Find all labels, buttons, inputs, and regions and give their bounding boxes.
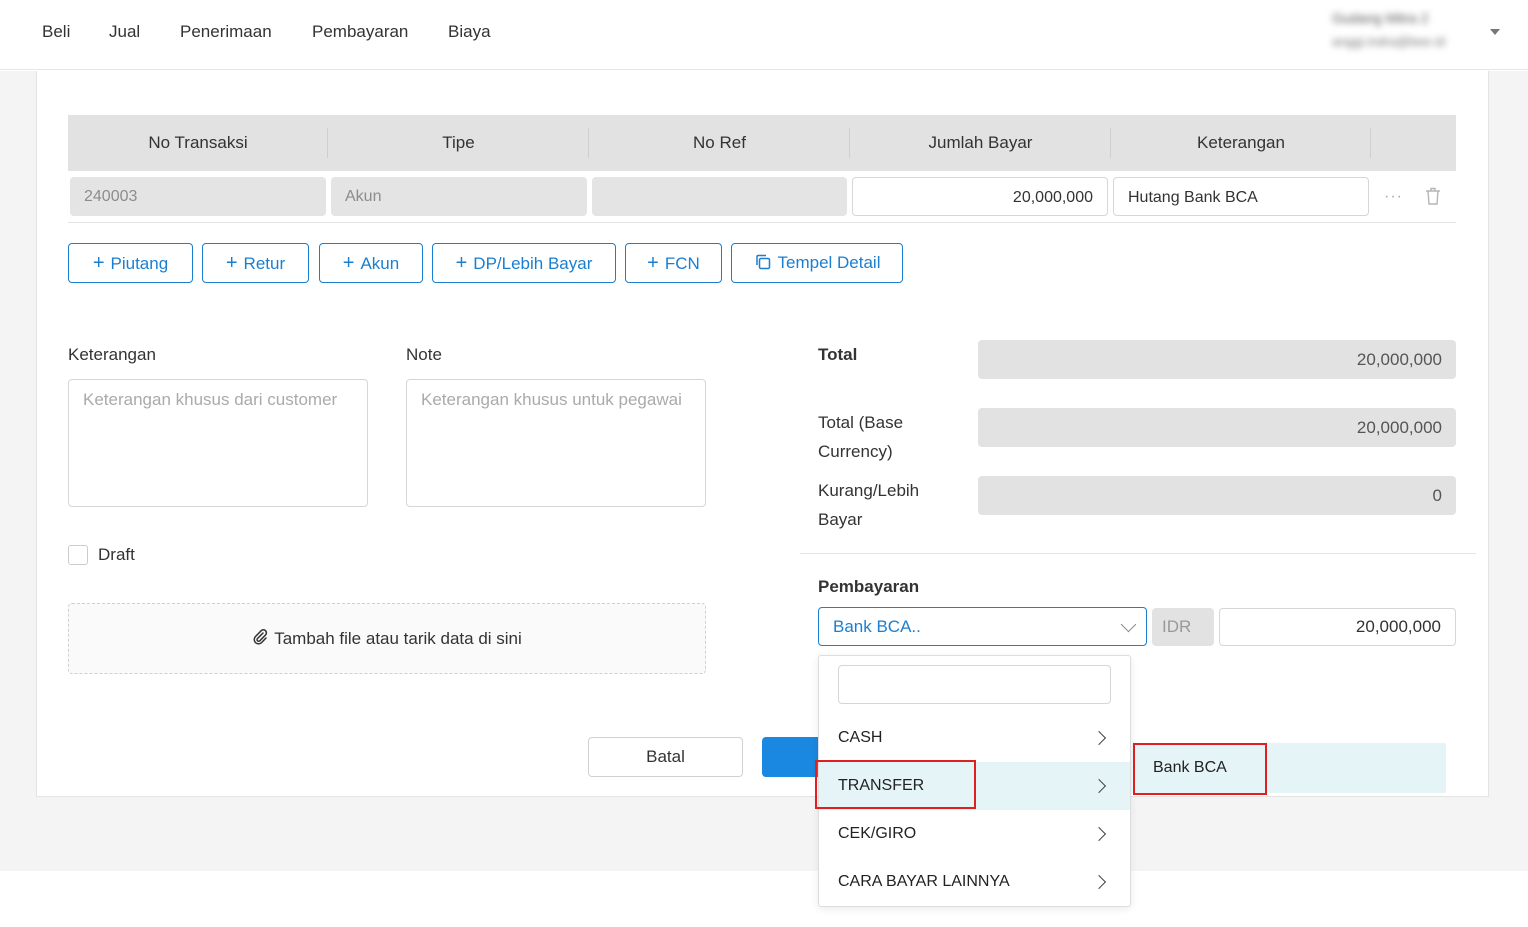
dropdown-item-cek-giro[interactable]: CEK/GIRO: [819, 810, 1130, 858]
plus-icon: +: [92, 252, 105, 274]
cell-tipe: Akun: [331, 177, 587, 216]
note-textarea[interactable]: Keterangan khusus untuk pegawai: [406, 379, 706, 507]
add-dp-button[interactable]: + DP/Lebih Bayar: [432, 243, 616, 283]
total-base-label: Total (Base Currency): [818, 408, 903, 466]
col-no-transaksi: No Transaksi: [148, 133, 248, 152]
trash-icon[interactable]: [1424, 186, 1442, 211]
dropdown-item-label: CEK/GIRO: [838, 825, 917, 842]
nav-beli[interactable]: Beli: [42, 22, 70, 42]
total-label: Total: [818, 345, 858, 364]
user-email: anggi.indra@bee.id: [1332, 34, 1445, 49]
nav-biaya[interactable]: Biaya: [448, 22, 491, 42]
add-fcn-button[interactable]: + FCN: [625, 243, 722, 283]
kurang-lebih-label-line1: Kurang/Lebih: [818, 481, 920, 500]
dropdown-item-label: CASH: [838, 729, 883, 746]
copy-icon: [754, 247, 772, 285]
jumlah-bayar-input[interactable]: 20,000,000: [852, 177, 1108, 216]
cell-no-transaksi: 240003: [70, 177, 326, 216]
more-icon[interactable]: ···: [1384, 188, 1403, 206]
chevron-right-icon: [1091, 874, 1107, 890]
nav-jual[interactable]: Jual: [109, 22, 140, 42]
total-base-value: 20,000,000: [978, 408, 1456, 447]
kurang-lebih-value: 0: [978, 476, 1456, 515]
draft-label: Draft: [98, 545, 135, 564]
total-base-label-line2: Currency): [818, 442, 893, 461]
save-button[interactable]: [762, 737, 822, 777]
user-menu[interactable]: Gudang Mitra 2 anggi.indra@bee.id: [1332, 10, 1482, 49]
kurang-lebih-label: Kurang/Lebih Bayar: [818, 476, 919, 534]
file-dropzone[interactable]: Tambah file atau tarik data di sini: [68, 603, 706, 674]
chevron-right-icon: [1091, 826, 1107, 842]
dropdown-search-input[interactable]: [838, 665, 1111, 704]
chevron-down-icon: [1120, 616, 1137, 633]
nav-penerimaan[interactable]: Penerimaan: [180, 22, 272, 42]
total-base-label-line1: Total (Base: [818, 413, 904, 432]
top-nav: Beli Jual Penerimaan Pembayaran Biaya Gu…: [0, 0, 1528, 70]
plus-icon: +: [342, 252, 355, 274]
add-dp-label: DP/Lebih Bayar: [473, 254, 593, 273]
draft-checkbox[interactable]: [68, 545, 88, 565]
pembayaran-label: Pembayaran: [818, 577, 920, 596]
add-piutang-button[interactable]: + Piutang: [68, 243, 193, 283]
dropdown-item-cara-bayar-lainnya[interactable]: CARA BAYAR LAINNYA: [819, 858, 1130, 906]
tempel-detail-button[interactable]: Tempel Detail: [731, 243, 903, 283]
highlight-transfer: [815, 760, 976, 809]
plus-icon: +: [225, 252, 238, 274]
add-akun-button[interactable]: + Akun: [319, 243, 423, 283]
cell-no-ref: [592, 177, 847, 216]
section-divider: [800, 553, 1476, 554]
cancel-button[interactable]: Batal: [588, 737, 743, 777]
note-label: Note: [406, 345, 442, 364]
payment-amount-input[interactable]: 20,000,000: [1219, 608, 1456, 646]
chevron-right-icon: [1091, 730, 1107, 746]
nav-pembayaran[interactable]: Pembayaran: [312, 22, 408, 42]
dropdown-item-cash[interactable]: CASH: [819, 714, 1130, 762]
header-divider: [1370, 128, 1371, 158]
row-divider: [68, 222, 1456, 223]
paperclip-icon: [252, 606, 268, 675]
keterangan-textarea[interactable]: Keterangan khusus dari customer: [68, 379, 368, 507]
payment-method-select[interactable]: Bank BCA..: [818, 607, 1147, 646]
dropzone-text: Tambah file atau tarik data di sini: [274, 629, 522, 648]
add-piutang-label: Piutang: [110, 254, 169, 273]
col-no-ref: No Ref: [693, 133, 746, 152]
total-value: 20,000,000: [978, 340, 1456, 379]
col-tipe: Tipe: [442, 133, 475, 152]
tempel-detail-label: Tempel Detail: [777, 253, 881, 272]
add-retur-button[interactable]: + Retur: [202, 243, 309, 283]
dropdown-item-label: CARA BAYAR LAINNYA: [838, 873, 1010, 890]
add-retur-label: Retur: [243, 254, 286, 273]
plus-icon: +: [455, 252, 468, 274]
col-jumlah-bayar: Jumlah Bayar: [928, 133, 1033, 152]
keterangan-label: Keterangan: [68, 345, 156, 364]
payment-method-value: Bank BCA..: [833, 617, 921, 636]
chevron-down-icon[interactable]: [1490, 29, 1500, 35]
currency-field: IDR: [1152, 608, 1214, 646]
kurang-lebih-label-line2: Bayar: [818, 510, 863, 529]
add-fcn-label: FCN: [664, 254, 700, 273]
table-header: No Transaksi Tipe No Ref Jumlah Bayar Ke…: [68, 115, 1456, 171]
keterangan-input[interactable]: Hutang Bank BCA: [1113, 177, 1369, 216]
plus-icon: +: [647, 252, 659, 274]
add-akun-label: Akun: [360, 254, 400, 273]
chevron-right-icon: [1091, 778, 1107, 794]
highlight-bank-bca: [1133, 743, 1267, 795]
col-keterangan: Keterangan: [1197, 133, 1285, 152]
user-name: Gudang Mitra 2: [1332, 10, 1429, 26]
